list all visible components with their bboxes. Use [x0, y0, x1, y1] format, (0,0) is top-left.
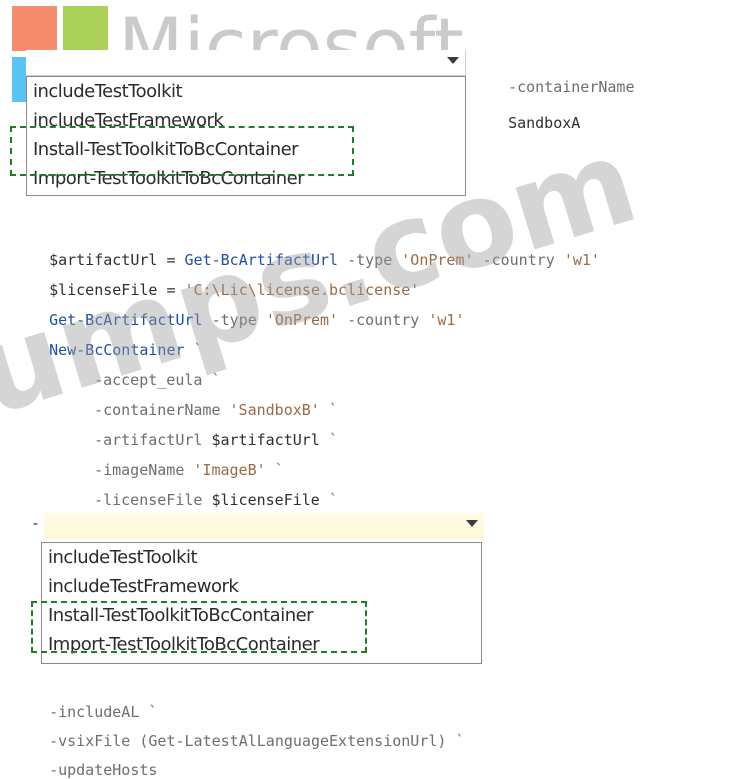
dropdown-top-item-4[interactable]: Import-TestToolkitToBcContainer	[27, 164, 465, 193]
dropdown-top-item-1[interactable]: includeTestToolkit	[27, 77, 465, 106]
dropdown-top-list[interactable]: includeTestToolkit includeTestFramework …	[26, 76, 466, 196]
logo-green-square	[63, 6, 108, 51]
logo-red-square	[12, 6, 57, 51]
code-line-include-al: -includeAL `	[49, 703, 158, 721]
dropdown-top-item-2[interactable]: includeTestFramework	[27, 106, 465, 135]
top-line-suffix: -containerName SandboxA	[490, 60, 635, 132]
code-line-new-container: New-BcContainer `	[49, 341, 203, 359]
code-line-dash-prefix: -	[31, 514, 41, 532]
code-line-accept-eula: -accept_eula `	[94, 371, 221, 389]
code-line-artifacturl: $artifactUrl = Get-BcArtifactUrl -type '…	[49, 251, 600, 269]
dropdown-bottom-list[interactable]: includeTestToolkit includeTestFramework …	[41, 542, 482, 664]
dropdown-top-header[interactable]	[26, 50, 466, 76]
container-name-param: -containerName	[508, 78, 635, 96]
dropdown-bottom-item-1[interactable]: includeTestToolkit	[42, 543, 481, 572]
dropdown-bottom-item-2[interactable]: includeTestFramework	[42, 572, 481, 601]
dropdown-bottom-item-3[interactable]: Install-TestToolkitToBcContainer	[42, 601, 481, 630]
chevron-down-icon[interactable]	[466, 520, 478, 527]
code-line-license-file-param: -licenseFile $licenseFile `	[94, 491, 338, 509]
dropdown-bottom-header[interactable]	[44, 513, 484, 539]
code-line-vsix-file: -vsixFile (Get-LatestAlLanguageExtension…	[49, 732, 465, 750]
code-line-get-artifact: Get-BcArtifactUrl -type 'OnPrem' -countr…	[49, 311, 465, 329]
chevron-down-icon[interactable]	[447, 57, 459, 64]
container-name-value: SandboxA	[508, 114, 581, 132]
code-line-image-name: -imageName 'ImageB' `	[94, 461, 284, 479]
code-line-artifact-url-param: -artifactUrl $artifactUrl `	[94, 431, 338, 449]
dropdown-top-item-3[interactable]: Install-TestToolkitToBcContainer	[27, 135, 465, 164]
code-line-container-name: -containerName 'SandboxB' `	[94, 401, 338, 419]
code-line-licensefile: $licenseFile = 'C:\Lic\license.bclicense…	[49, 281, 420, 299]
code-line-update-hosts: -updateHosts	[49, 761, 158, 779]
dropdown-bottom-item-4[interactable]: Import-TestToolkitToBcContainer	[42, 630, 481, 659]
